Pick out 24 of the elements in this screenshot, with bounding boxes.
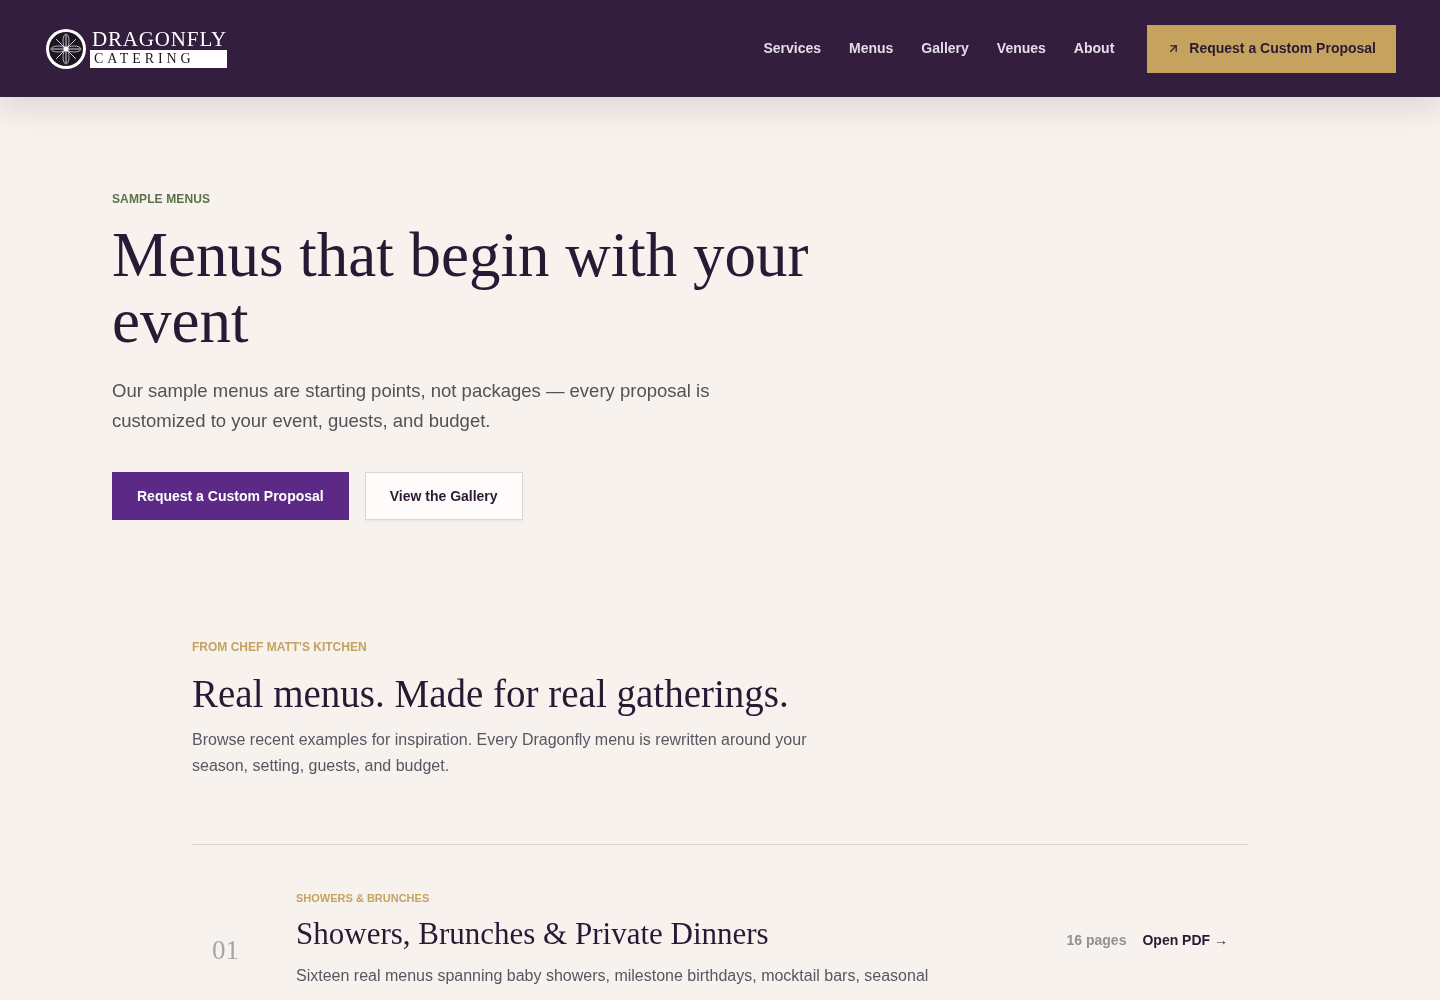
intro-text: Our sample menus are starting points, not packages — every proposal is customized to your event, guests, and budget. bbox=[112, 379, 711, 433]
nav-link[interactable]: Venues bbox=[996, 38, 1046, 59]
nav-link[interactable]: Services bbox=[763, 38, 821, 59]
page-title: Menus that begin with your event bbox=[112, 222, 810, 354]
open-pdf-link[interactable]: Open PDF → bbox=[1142, 929, 1228, 951]
logo-wordmark: DRAGONFLY bbox=[91, 29, 227, 49]
logo-emblem-icon bbox=[45, 27, 87, 70]
section-title: Real menus. Made for real gatherings. bbox=[192, 671, 790, 717]
nav-link[interactable]: Gallery bbox=[921, 38, 969, 59]
menu-number: 01 bbox=[212, 934, 239, 965]
gallery-button[interactable]: View the Gallery bbox=[364, 472, 523, 520]
logo-link[interactable]: DRAGONFLY CATERING bbox=[45, 27, 227, 70]
section-eyebrow: FROM CHEF MATT'S KITCHEN bbox=[192, 640, 368, 654]
nav-link[interactable]: About bbox=[1073, 38, 1115, 59]
proposal-button[interactable]: Request a Custom Proposal bbox=[112, 472, 349, 520]
menu-title: Showers, Brunches & Private Dinners bbox=[296, 915, 769, 953]
menu-category: SHOWERS & BRUNCHES bbox=[296, 891, 430, 905]
menu-description: Sixteen real menus spanning baby showers, milestone birthdays, mocktail bars, seasonal bbox=[296, 966, 929, 986]
nav-link[interactable]: Menus bbox=[849, 38, 894, 59]
logo-subtitle: CATERING bbox=[90, 50, 227, 68]
section-intro: Browse recent examples for inspiration. Every Dragonfly menu is rewritten around your season, setting, guests, and budget. bbox=[192, 730, 808, 776]
proposal-button[interactable]: Request a Custom Proposal bbox=[1147, 24, 1396, 73]
section-eyebrow: SAMPLE MENUS bbox=[112, 192, 212, 206]
page-count: 16 pages bbox=[1066, 930, 1127, 950]
